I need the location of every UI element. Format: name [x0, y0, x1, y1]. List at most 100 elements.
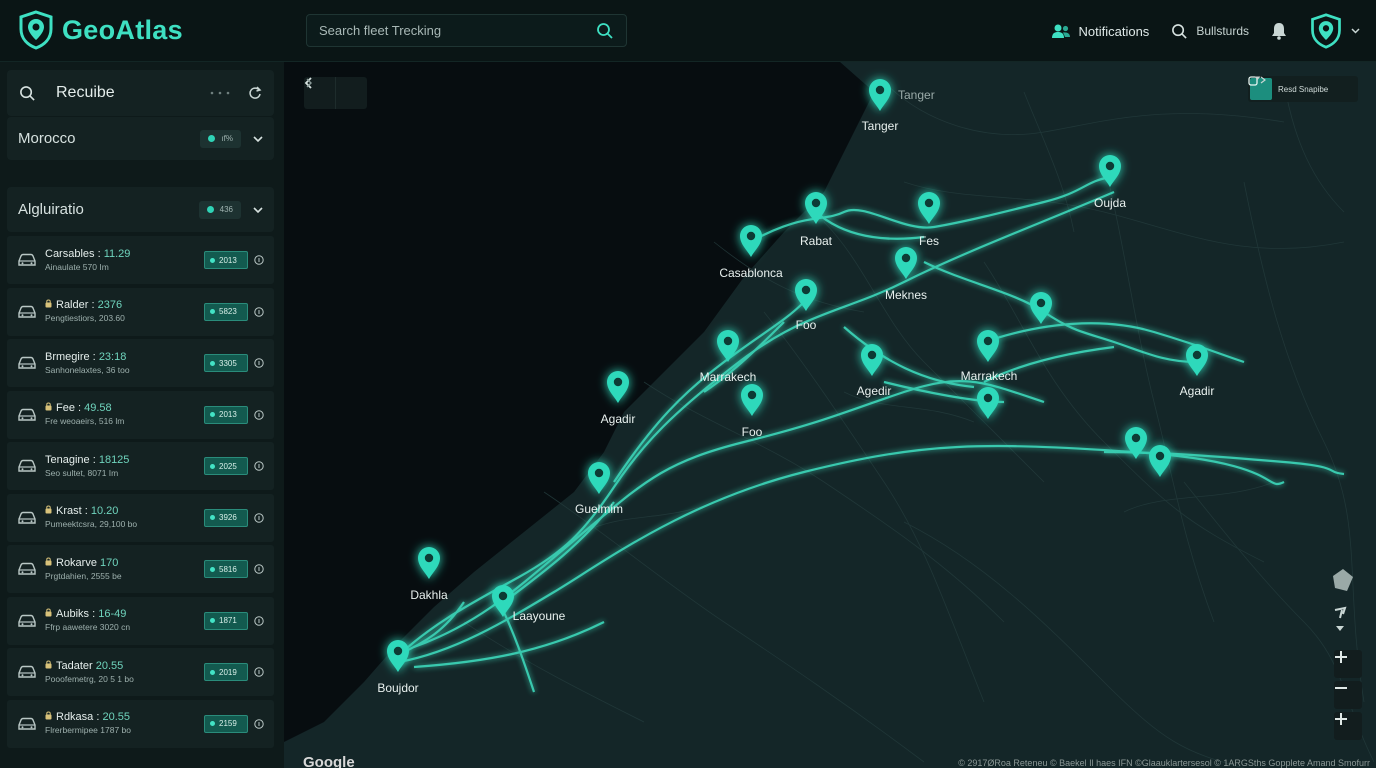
more-icon[interactable]	[210, 91, 230, 95]
vehicle-badge: 2013	[204, 251, 248, 269]
vehicle-number: 11.29	[103, 247, 131, 260]
lock-icon	[45, 608, 52, 617]
chevron-down-icon[interactable]	[253, 134, 263, 144]
vehicle-badge: 1871	[204, 611, 248, 630]
vehicle-number: 10.20	[90, 505, 119, 517]
vehicle-badge: 3305	[204, 354, 248, 372]
map-attribution[interactable]: © 2917ØRoa Reteneu © Baekel Il haes IFN …	[958, 758, 1370, 768]
info-icon[interactable]	[254, 255, 264, 265]
info-icon[interactable]	[254, 667, 264, 677]
vehicle-badge: 2025	[204, 457, 248, 475]
vehicle-row[interactable]: Fee : 49.58 Fre weoaeirs, 516 lm 2013	[7, 390, 274, 439]
region-badge: ıf%	[200, 129, 241, 148]
compass-button[interactable]	[1332, 606, 1358, 636]
notifications-label: Notifications	[1078, 23, 1150, 39]
vehicle-details: Ffrp aawetere 3020 cn	[45, 622, 131, 632]
vehicle-details: Fre weoaeirs, 516 lm	[45, 416, 125, 426]
vehicle-details: Prgtdahien, 2555 be	[45, 570, 122, 581]
vehicle-name: Tenagine : 18125	[45, 453, 130, 466]
info-icon[interactable]	[254, 306, 264, 317]
search-icon[interactable]	[596, 22, 614, 40]
info-icon[interactable]	[254, 718, 264, 729]
vehicle-number: 170	[100, 556, 119, 569]
bell-icon[interactable]	[1271, 22, 1287, 40]
city-label: Fes	[919, 234, 939, 248]
layer-label: Resd Snapibe	[1278, 84, 1329, 94]
info-icon[interactable]	[254, 564, 264, 574]
top-bar: GeoAtlas Notifications Bullsturds	[0, 0, 1376, 62]
avatar-icon	[1311, 13, 1341, 49]
map-view[interactable]: Tanger Oujda Rabat Fes Casablonca Meknes Foo Ma…	[284, 62, 1376, 768]
zoom-in-icon	[1335, 651, 1347, 663]
forward-button[interactable]	[306, 77, 367, 109]
vehicle-row[interactable]: Krast : 10.20 Pumeektcsra, 29,100 bo 3926	[7, 493, 274, 542]
group-filter[interactable]: Algluiratio 436	[7, 187, 274, 232]
zoom-out-button[interactable]	[1334, 681, 1362, 709]
map-canvas[interactable]: Tanger Oujda Rabat Fes Casablonca Meknes Foo Ma…	[284, 62, 1376, 768]
search-input[interactable]	[319, 23, 596, 38]
faint-city-label: Tanger	[898, 88, 935, 102]
city-label: Marrakech	[961, 369, 1018, 383]
car-icon	[18, 408, 36, 421]
vehicle-row[interactable]: Brmegire : 23:18 Sanhonelaxtes, 36 too 330…	[7, 339, 274, 387]
car-icon	[18, 614, 36, 627]
notifications-button[interactable]: Notifications	[1051, 23, 1150, 39]
info-icon[interactable]	[254, 409, 264, 420]
city-label: Dakhla	[410, 588, 448, 602]
chevron-right-icon[interactable]	[1260, 76, 1266, 84]
city-label: Agadir	[1180, 384, 1215, 398]
vehicle-name: Aubiks : 16-49	[45, 607, 204, 621]
bookmarks-label: Bullsturds	[1196, 24, 1249, 38]
search-box[interactable]	[306, 14, 627, 47]
vehicle-row[interactable]: Carsables : 11.29 Ainaulate 570 Im 2013	[7, 236, 274, 284]
user-menu[interactable]	[1309, 13, 1360, 49]
users-icon	[1051, 24, 1070, 38]
forward-icon	[306, 78, 312, 88]
info-icon[interactable]	[254, 358, 264, 368]
info-icon[interactable]	[254, 512, 264, 523]
vehicle-row[interactable]: Tenagine : 18125 Seo sultet, 8071 Im 2025	[7, 442, 274, 490]
car-icon	[18, 665, 36, 678]
vehicle-details: Ainaulate 570 Im	[45, 261, 109, 272]
region-filter[interactable]: Morocco ıf%	[7, 117, 274, 160]
vehicle-row[interactable]: Rokarve 170 Prgtdahien, 2555 be 5816	[7, 545, 274, 593]
zoom-in-button-secondary[interactable]	[1334, 712, 1362, 740]
vehicle-row[interactable]: Tadater 20.55 Pooofemetrg, 20 5 1 bo 2019	[7, 648, 274, 696]
vehicle-badge: 2159	[204, 714, 248, 733]
vehicle-name: Brmegire : 23:18	[45, 350, 127, 363]
city-label: Agadir	[601, 412, 636, 426]
layer-selector[interactable]: Resd Snapibe	[1248, 76, 1358, 102]
bookmarks-button[interactable]: Bullsturds	[1171, 23, 1249, 40]
city-label: Meknes	[885, 288, 927, 302]
terrain-button[interactable]	[1332, 568, 1358, 594]
vehicle-row[interactable]: Aubiks : 16-49 Ffrp aawetere 3020 cn 1871	[7, 596, 274, 645]
vehicle-badge: 3926	[204, 508, 248, 527]
vehicle-number: 23:18	[98, 350, 127, 363]
zoom-in-button[interactable]	[1334, 650, 1362, 678]
lock-icon	[45, 299, 52, 308]
compass-icon	[1334, 606, 1347, 631]
vehicle-name: Fee : 49.58	[45, 401, 204, 415]
search-icon[interactable]	[19, 85, 36, 102]
city-label: Laayoune	[513, 609, 566, 623]
group-badge: 436	[198, 200, 241, 219]
zoom-in-icon	[1335, 713, 1347, 725]
vehicle-badge: 2019	[204, 663, 248, 681]
region-label: Morocco	[18, 130, 76, 147]
sidebar-title: Recuibe	[56, 84, 115, 101]
car-icon	[18, 562, 36, 575]
logo[interactable]: GeoAtlas	[18, 10, 183, 50]
vehicle-row[interactable]: Rdkasa : 20.55 Flrerbermipee 1787 bo 2159	[7, 699, 274, 748]
info-icon[interactable]	[254, 615, 264, 626]
city-label: Boujdor	[377, 681, 418, 695]
chevron-down-icon[interactable]	[253, 205, 263, 215]
lock-icon	[45, 659, 52, 668]
vehicle-number: 16-49	[98, 608, 127, 620]
info-icon[interactable]	[254, 461, 264, 471]
vehicle-row[interactable]: Ralder : 2376 Pengtiestiors, 203.60 5823	[7, 287, 274, 336]
vehicle-details: Pumeektcsra, 29,100 bo	[45, 519, 138, 529]
zoom-out-icon	[1335, 687, 1347, 689]
refresh-icon[interactable]	[248, 86, 262, 100]
vehicle-name: Tadater 20.55	[45, 659, 204, 673]
vehicle-badge: 5816	[204, 560, 248, 578]
